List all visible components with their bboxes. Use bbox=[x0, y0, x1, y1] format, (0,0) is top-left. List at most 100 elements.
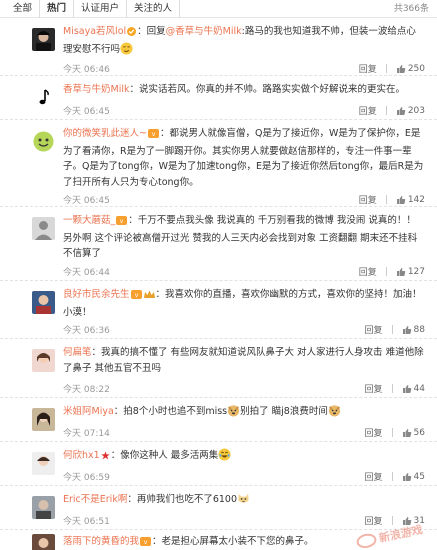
comment-filter-tabs: 全部 热门 认证用户 关注的人 共366条 bbox=[0, 0, 437, 18]
like-button[interactable]: 203 bbox=[396, 106, 425, 116]
like-button[interactable]: 44 bbox=[402, 384, 425, 394]
comment-meta: 今天 06:45 回复 203 bbox=[63, 104, 425, 118]
smirk-emoji-icon bbox=[120, 41, 133, 55]
avatar[interactable] bbox=[32, 217, 55, 240]
divider bbox=[391, 472, 393, 481]
thumbs-up-icon bbox=[396, 267, 406, 276]
username-link[interactable]: 良好市民余先生 bbox=[63, 289, 130, 300]
reply-button[interactable]: 回复 bbox=[359, 62, 377, 75]
comment-meta: 今天 06:44 回复 127 bbox=[63, 265, 425, 279]
avatar[interactable] bbox=[32, 291, 55, 314]
cat-emoji-icon bbox=[238, 493, 249, 503]
comment-text: 何扁笔：我真的搞不懂了 有些网友就知道说风队鼻子大 对人家进行人身攻击 难道他除… bbox=[63, 345, 425, 376]
svg-text:v: v bbox=[134, 292, 138, 299]
username-link[interactable]: 何扁笔 bbox=[63, 347, 92, 358]
comment-time: 今天 06:45 bbox=[63, 196, 110, 206]
like-count: 250 bbox=[407, 63, 425, 74]
username-link[interactable]: 你的微笑乳此迷人~ bbox=[63, 128, 147, 139]
avatar[interactable] bbox=[32, 86, 55, 109]
mention-link[interactable]: @香草与牛奶Milk bbox=[166, 26, 242, 37]
comment-body: ：说实话若风。你真的并不帅。路路实实做个好解说来的更实在。 bbox=[129, 84, 405, 95]
tab-verified-users[interactable]: 认证用户 bbox=[74, 0, 128, 18]
like-button[interactable]: 45 bbox=[402, 472, 425, 482]
comment-body-rest: 别拍了 瞄j8浪费时间 bbox=[240, 406, 328, 417]
sina-eye-logo-icon bbox=[355, 531, 378, 550]
comment-item: Eric不是Erik啊：再帅我们也吃不了6100 今天 06:51 回复 31 bbox=[0, 486, 437, 530]
tab-all[interactable]: 全部 bbox=[6, 0, 41, 18]
thumbs-up-icon bbox=[402, 325, 411, 334]
doge-emoji-icon bbox=[328, 405, 340, 417]
comment-body: ：拍8个小时也追不到miss bbox=[113, 406, 228, 417]
comment-time: 今天 06:46 bbox=[63, 65, 110, 75]
svg-text:v: v bbox=[120, 218, 124, 225]
like-count: 127 bbox=[407, 266, 425, 277]
comment-text: 米姐阿Miya：拍8个小时也追不到miss 别拍了 瞄j8浪费时间 bbox=[63, 404, 425, 420]
reply-button[interactable]: 回复 bbox=[359, 265, 377, 278]
comment-item: 香草与牛奶Milk：说实话若风。你真的并不帅。路路实实做个好解说来的更实在。 今… bbox=[0, 76, 437, 120]
username-link[interactable]: 何欣hx1 bbox=[63, 450, 100, 461]
comment-meta: 今天 07:14 回复 56 bbox=[63, 426, 425, 440]
reply-button[interactable]: 回复 bbox=[365, 514, 383, 527]
divider bbox=[391, 428, 393, 437]
comment-item: 你的微笑乳此迷人~ v ：都说男人就像盲僧，Q是为了接近你，W是为了保护你，E是为了… bbox=[0, 120, 437, 207]
tab-hot[interactable]: 热门 bbox=[40, 0, 75, 18]
laugh-cry-emoji-icon bbox=[218, 448, 231, 461]
verified-icon bbox=[127, 26, 137, 42]
comment-item: 良好市民余先生 v ：我喜欢你的直播，喜欢你幽默的方式，喜欢你的坚持！加油！小漠！ … bbox=[0, 281, 437, 339]
vip-badge-icon: v bbox=[130, 289, 142, 305]
comment-time: 今天 07:14 bbox=[63, 429, 110, 439]
like-button[interactable]: 56 bbox=[402, 428, 425, 438]
like-button[interactable]: 88 bbox=[402, 325, 425, 335]
username-link[interactable]: 米姐阿Miya bbox=[63, 406, 114, 417]
red-star-icon bbox=[100, 450, 110, 466]
divider bbox=[391, 384, 393, 393]
username-link[interactable]: Misaya若风lol bbox=[63, 26, 126, 37]
like-button[interactable]: 142 bbox=[396, 195, 425, 205]
like-count: 45 bbox=[413, 471, 425, 482]
comment-item: 一颗大蘑菇_ v ：千万不要点我头像 我说真的 千万别看我的微博 我没闹 说真的！！… bbox=[0, 207, 437, 281]
comment-text: 良好市民余先生 v ：我喜欢你的直播，喜欢你幽默的方式，喜欢你的坚持！加油！小漠！ bbox=[63, 287, 425, 320]
comment-text: 何欣hx1 ：像你这种人 最多活两集 bbox=[63, 448, 425, 466]
like-count: 142 bbox=[407, 194, 425, 205]
like-button[interactable]: 250 bbox=[396, 64, 425, 74]
comment-item: 米姐阿Miya：拍8个小时也追不到miss 别拍了 瞄j8浪费时间 今天 07:1… bbox=[0, 398, 437, 442]
comment-meta: 今天 06:59 回复 45 bbox=[63, 470, 425, 484]
avatar[interactable] bbox=[32, 408, 55, 431]
avatar[interactable] bbox=[32, 130, 55, 153]
avatar[interactable] bbox=[32, 28, 55, 51]
comment-text: Eric不是Erik啊：再帅我们也吃不了6100 bbox=[63, 492, 425, 508]
thumbs-up-icon bbox=[402, 428, 411, 437]
comment-meta: 今天 06:36 回复 88 bbox=[63, 323, 425, 337]
tab-following[interactable]: 关注的人 bbox=[127, 0, 181, 18]
reply-button[interactable]: 回复 bbox=[359, 193, 377, 206]
reply-button[interactable]: 回复 bbox=[365, 426, 383, 439]
reply-button[interactable]: 回复 bbox=[365, 470, 383, 483]
reply-button[interactable]: 回复 bbox=[365, 382, 383, 395]
comment-body: ：回复 bbox=[137, 26, 166, 37]
divider bbox=[385, 64, 387, 73]
like-button[interactable]: 127 bbox=[396, 267, 425, 277]
username-link[interactable]: Eric不是Erik啊 bbox=[63, 494, 127, 505]
vip-badge-icon: v bbox=[116, 215, 128, 231]
reply-button[interactable]: 回复 bbox=[359, 104, 377, 117]
like-count: 203 bbox=[407, 105, 425, 116]
comment-meta: 今天 06:51 回复 31 bbox=[63, 514, 425, 528]
thumbs-up-icon bbox=[402, 472, 411, 481]
avatar[interactable] bbox=[32, 349, 55, 372]
comment-text: Misaya若风lol ：回复@香草与牛奶Milk:路马的我也知道我不帅，但装一波… bbox=[63, 24, 425, 57]
svg-text:v: v bbox=[144, 539, 148, 546]
reply-button[interactable]: 回复 bbox=[365, 323, 383, 336]
avatar[interactable] bbox=[32, 534, 55, 550]
svg-text:v: v bbox=[152, 131, 156, 138]
comment-text: 你的微笑乳此迷人~ v ：都说男人就像盲僧，Q是为了接近你，W是为了保护你，E是为了… bbox=[63, 126, 425, 190]
like-count: 44 bbox=[413, 383, 425, 394]
username-link[interactable]: 香草与牛奶Milk bbox=[63, 84, 129, 95]
comment-time: 今天 06:44 bbox=[63, 268, 110, 278]
username-link[interactable]: 落雨下的黄昏的我 bbox=[63, 536, 139, 547]
comment-body: ：再帅我们也吃不了6100 bbox=[127, 494, 238, 505]
thumbs-up-icon bbox=[396, 106, 406, 115]
avatar[interactable] bbox=[32, 496, 55, 519]
username-link[interactable]: 一颗大蘑菇_ bbox=[63, 215, 115, 226]
avatar[interactable] bbox=[32, 452, 55, 475]
comment-list: Misaya若风lol ：回复@香草与牛奶Milk:路马的我也知道我不帅，但装一波… bbox=[0, 18, 437, 550]
